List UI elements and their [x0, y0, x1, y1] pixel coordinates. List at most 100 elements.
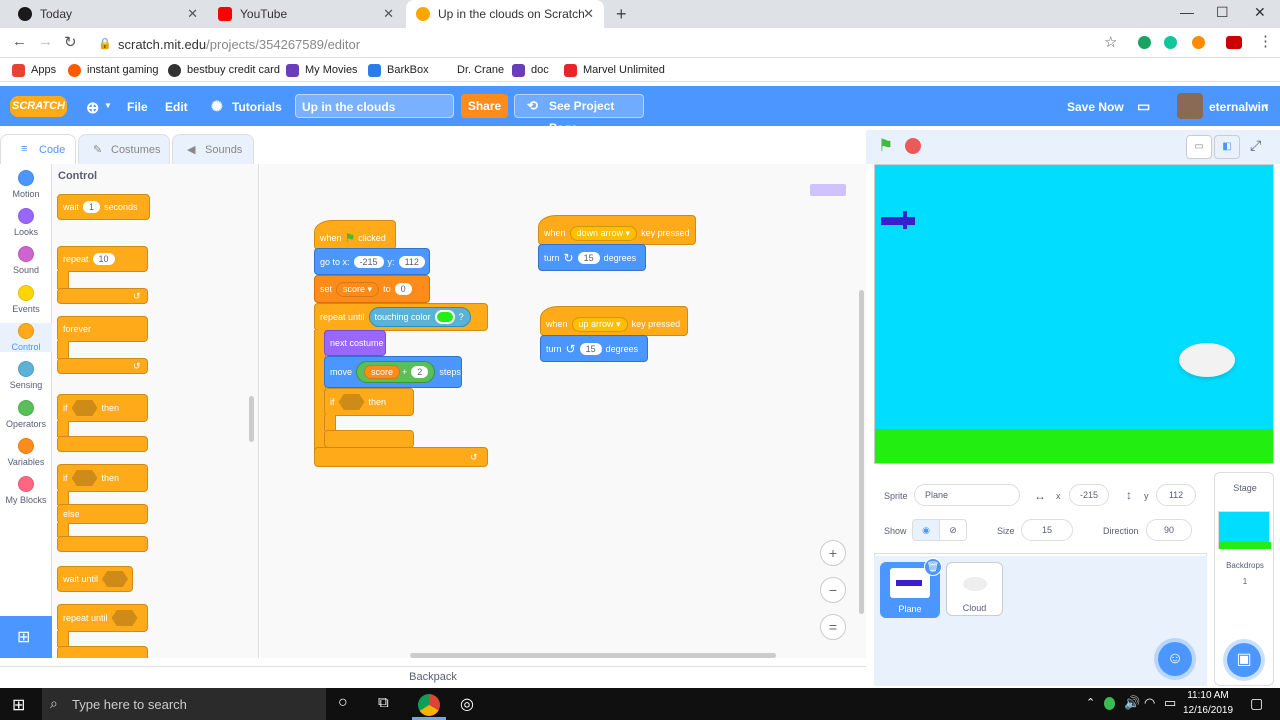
tray-chevron-icon[interactable]: ⌃ — [1086, 696, 1095, 709]
bookmark-my-movies[interactable]: My Movies — [286, 62, 358, 78]
wifi-icon[interactable]: ◠ — [1144, 695, 1155, 711]
forward-icon[interactable]: → — [38, 33, 53, 50]
bookmark-apps[interactable]: Apps — [12, 62, 56, 78]
green-flag-icon[interactable]: ⚑ — [878, 136, 893, 156]
close-icon[interactable]: ✕ — [187, 6, 198, 22]
zoom-in-button[interactable]: + — [820, 540, 846, 566]
cortana-icon[interactable]: ○ — [338, 694, 348, 712]
close-icon[interactable]: ✕ — [583, 6, 594, 22]
add-extension-button[interactable]: ⊞ — [0, 616, 52, 658]
reload-icon[interactable]: ↻ — [64, 33, 77, 51]
save-now-button[interactable]: Save Now — [1067, 100, 1124, 114]
repeat-block[interactable]: repeat 10 — [57, 246, 148, 272]
globe-language-icon[interactable]: ⊕ — [86, 98, 99, 118]
large-stage-icon[interactable]: ◧ — [1214, 135, 1240, 159]
when-flag-clicked-block[interactable]: when ⚑ clicked — [314, 220, 396, 250]
extension-icon[interactable] — [1226, 36, 1242, 49]
turn-right-block[interactable]: turn ↻ 15 degrees — [538, 244, 646, 271]
bookmark-doc[interactable]: doc — [512, 62, 549, 78]
repeat-until-block[interactable]: repeat until touching color ? — [314, 303, 488, 331]
key-dropdown[interactable]: down arrow ▾ — [569, 225, 638, 241]
new-tab-icon[interactable]: + — [616, 4, 627, 25]
workspace-vertical-scrollbar[interactable] — [859, 290, 864, 614]
zoom-out-button[interactable]: − — [820, 577, 846, 603]
folder-icon[interactable]: ▭ — [1137, 98, 1150, 115]
category-operators[interactable]: Operators — [0, 400, 52, 429]
stage-pane[interactable]: Stage Backdrops 1 ▣ — [1214, 472, 1274, 686]
category-events[interactable]: Events — [0, 285, 52, 314]
sprite-name-input[interactable]: Plane — [914, 484, 1020, 506]
notifications-icon[interactable]: ▢ — [1250, 695, 1263, 712]
add-sprite-button[interactable]: ☺ — [1158, 642, 1192, 676]
boolean-slot[interactable] — [71, 400, 98, 416]
tab-code[interactable]: ≡ Code — [0, 134, 76, 164]
touching-color-block[interactable]: touching color ? — [368, 307, 471, 327]
bookmark-barkbox[interactable]: BarkBox — [368, 62, 429, 78]
x-input[interactable]: -215 — [1069, 484, 1109, 506]
sprite-tile-cloud[interactable]: Cloud — [946, 562, 1003, 616]
tab-costumes[interactable]: ✎ Costumes — [78, 134, 170, 164]
boolean-slot[interactable] — [71, 470, 98, 486]
obs-taskbar-icon[interactable]: ◎ — [460, 694, 474, 714]
file-menu[interactable]: File — [127, 100, 148, 114]
y-input[interactable]: 112 — [1156, 484, 1196, 506]
grammarly-icon[interactable] — [1164, 36, 1177, 49]
avatar[interactable] — [1177, 93, 1203, 119]
add-operator-block[interactable]: score + 2 — [356, 361, 436, 383]
see-project-page-button[interactable]: ⟲ See Project Page — [514, 94, 644, 135]
scratch-logo[interactable]: SCRATCH — [10, 96, 67, 117]
category-variables[interactable]: Variables — [0, 438, 52, 467]
tab-today[interactable]: Today ✕ — [8, 0, 208, 28]
wait-until-block[interactable]: wait until — [57, 566, 133, 592]
taskbar-search-input[interactable]: ⌕ Type here to search — [42, 688, 326, 720]
category-sensing[interactable]: Sensing — [0, 361, 52, 390]
code-workspace[interactable]: when ⚑ clicked go to x: -215 y: 112 set scor… — [260, 164, 866, 658]
tutorials-menu[interactable]: Tutorials — [232, 100, 282, 114]
chrome-taskbar-icon[interactable] — [418, 694, 440, 716]
score-reporter[interactable]: score — [364, 365, 401, 379]
stage-canvas[interactable] — [874, 164, 1274, 464]
share-button[interactable]: Share — [461, 94, 508, 118]
direction-input[interactable]: 90 — [1146, 519, 1192, 541]
color-swatch[interactable] — [434, 310, 455, 324]
window-close-icon[interactable]: ✕ — [1254, 4, 1266, 21]
boolean-slot[interactable] — [111, 610, 138, 626]
palette-scrollbar[interactable] — [249, 396, 254, 442]
delete-sprite-icon[interactable]: 🗑 — [924, 558, 942, 576]
bookmark-instant-gaming[interactable]: instant gaming — [68, 62, 159, 78]
plane-sprite[interactable] — [881, 217, 915, 225]
add-backdrop-button[interactable]: ▣ — [1227, 643, 1261, 677]
forever-block[interactable]: forever — [57, 316, 148, 342]
category-sound[interactable]: Sound — [0, 246, 52, 275]
clock-date[interactable]: 12/16/2019 — [1180, 705, 1236, 716]
when-key-pressed-block[interactable]: when down arrow ▾ key pressed — [538, 215, 696, 245]
tray-shield-icon[interactable] — [1104, 697, 1115, 710]
category-my-blocks[interactable]: My Blocks — [0, 476, 52, 505]
tab-youtube[interactable]: YouTube ✕ — [208, 0, 404, 28]
extension-icon[interactable] — [1192, 36, 1205, 49]
show-hidden-button[interactable]: ⊘ — [939, 519, 967, 541]
clock-time[interactable]: 11:10 AM — [1180, 690, 1236, 701]
stop-icon[interactable] — [905, 138, 921, 154]
task-view-icon[interactable]: ⧉ — [378, 694, 389, 711]
show-visible-button[interactable]: ◉ — [912, 519, 940, 541]
bookmark-bestbuy[interactable]: bestbuy credit card — [168, 62, 280, 78]
tab-sounds[interactable]: ◀ Sounds — [172, 134, 254, 164]
close-icon[interactable]: ✕ — [383, 6, 394, 22]
minimize-icon[interactable]: — — [1180, 4, 1194, 20]
workspace-horizontal-scrollbar[interactable] — [410, 653, 776, 658]
back-icon[interactable]: ← — [12, 33, 27, 50]
extension-icon[interactable] — [1138, 36, 1151, 49]
battery-icon[interactable]: ▭ — [1164, 695, 1176, 711]
wait-block[interactable]: wait 1 seconds — [57, 194, 150, 220]
project-title-input[interactable]: Up in the clouds — [295, 94, 454, 118]
move-steps-block[interactable]: move score + 2 steps — [324, 356, 462, 388]
small-stage-icon[interactable]: ▭ — [1186, 135, 1212, 159]
key-dropdown[interactable]: up arrow ▾ — [571, 316, 628, 332]
bookmark-marvel[interactable]: Marvel Unlimited — [564, 62, 665, 78]
edit-menu[interactable]: Edit — [165, 100, 188, 114]
windows-start-icon[interactable]: ⊞ — [12, 695, 25, 715]
browser-menu-icon[interactable]: ⋮ — [1258, 32, 1273, 50]
volume-icon[interactable]: 🔊 — [1124, 695, 1140, 711]
url-input[interactable]: 🔒 scratch.mit.edu/projects/354267589/edi… — [92, 33, 1124, 55]
